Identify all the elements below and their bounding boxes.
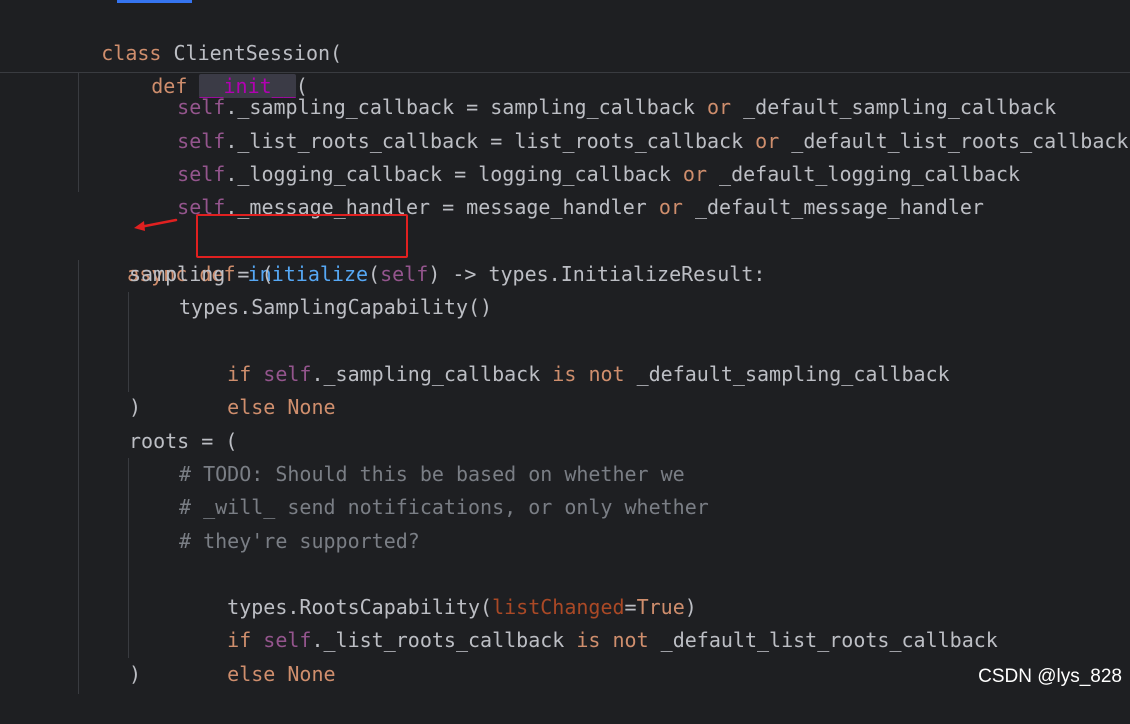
code-line[interactable]: else None xyxy=(179,358,335,419)
code-comment-line[interactable]: # _will_ send notifications, or only whe… xyxy=(179,491,709,524)
init-method-name: __init__ xyxy=(199,74,296,98)
indent-guide xyxy=(128,292,129,392)
red-highlight-box xyxy=(196,214,408,258)
code-line[interactable]: roots = ( xyxy=(129,425,237,458)
code-editor[interactable]: class ClientSession( def __init__( self.… xyxy=(0,0,1130,694)
active-tab-indicator xyxy=(117,0,192,3)
code-line[interactable]: if self._list_roots_callback is not _def… xyxy=(179,591,998,652)
red-arrow-icon xyxy=(134,218,178,231)
code-line[interactable]: else None xyxy=(179,625,335,686)
code-line[interactable]: if self._sampling_callback is not _defau… xyxy=(179,325,950,386)
csdn-watermark: CSDN @lys_828 xyxy=(978,666,1122,687)
code-line[interactable]: ) xyxy=(129,658,141,691)
code-line[interactable]: self._logging_callback = logging_callbac… xyxy=(129,125,1020,186)
indent-guide xyxy=(128,458,129,658)
code-comment-line[interactable]: # TODO: Should this be based on whether … xyxy=(179,458,685,491)
keyword-def: def xyxy=(151,74,188,98)
sticky-class-line[interactable]: class ClientSession( xyxy=(29,4,342,65)
code-line[interactable]: ) xyxy=(129,391,141,424)
code-comment-line[interactable]: # they're supported? xyxy=(179,525,420,558)
sticky-def-line[interactable]: def __init__( xyxy=(79,37,308,98)
sticky-scope-header: class ClientSession( def __init__( xyxy=(0,4,1130,98)
code-line-initialize-def[interactable]: async def initialize(self) -> types.Init… xyxy=(79,225,765,286)
code-line[interactable]: types.RootsCapability(listChanged=True) xyxy=(179,558,697,619)
indent-guide xyxy=(78,260,79,694)
code-line[interactable]: types.SamplingCapability() xyxy=(179,291,492,324)
code-line[interactable]: self._message_handler = message_handler … xyxy=(129,158,984,219)
code-line[interactable]: sampling = ( xyxy=(129,258,274,291)
